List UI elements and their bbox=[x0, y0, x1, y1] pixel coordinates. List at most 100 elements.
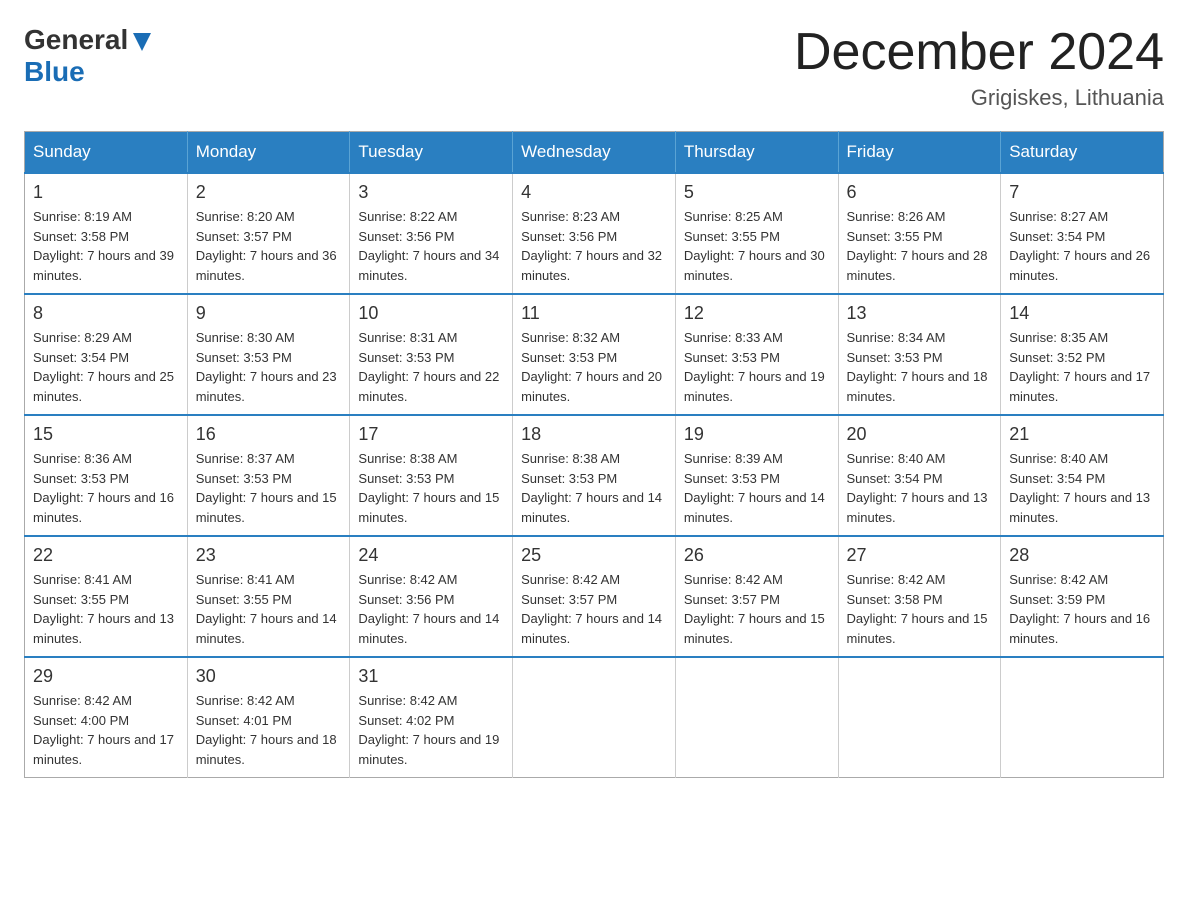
sunrise: Sunrise: 8:27 AM bbox=[1009, 209, 1108, 224]
calendar-week-1: 1 Sunrise: 8:19 AM Sunset: 3:58 PM Dayli… bbox=[25, 173, 1164, 294]
day-number: 5 bbox=[684, 182, 830, 203]
sunrise: Sunrise: 8:42 AM bbox=[684, 572, 783, 587]
sunset: Sunset: 3:53 PM bbox=[358, 350, 454, 365]
day-info: Sunrise: 8:38 AM Sunset: 3:53 PM Dayligh… bbox=[358, 449, 504, 527]
day-number: 25 bbox=[521, 545, 667, 566]
day-number: 18 bbox=[521, 424, 667, 445]
calendar-cell: 10 Sunrise: 8:31 AM Sunset: 3:53 PM Dayl… bbox=[350, 294, 513, 415]
daylight: Daylight: 7 hours and 13 minutes. bbox=[847, 490, 988, 525]
day-number: 22 bbox=[33, 545, 179, 566]
sunset: Sunset: 3:54 PM bbox=[1009, 229, 1105, 244]
calendar-cell bbox=[838, 657, 1001, 778]
sunrise: Sunrise: 8:38 AM bbox=[521, 451, 620, 466]
sunrise: Sunrise: 8:42 AM bbox=[847, 572, 946, 587]
logo-arrow-icon bbox=[131, 31, 153, 53]
sunset: Sunset: 3:56 PM bbox=[521, 229, 617, 244]
header-cell-wednesday: Wednesday bbox=[513, 132, 676, 174]
day-number: 6 bbox=[847, 182, 993, 203]
sunrise: Sunrise: 8:41 AM bbox=[196, 572, 295, 587]
calendar-cell: 24 Sunrise: 8:42 AM Sunset: 3:56 PM Dayl… bbox=[350, 536, 513, 657]
header-cell-sunday: Sunday bbox=[25, 132, 188, 174]
day-info: Sunrise: 8:30 AM Sunset: 3:53 PM Dayligh… bbox=[196, 328, 342, 406]
daylight: Daylight: 7 hours and 17 minutes. bbox=[1009, 369, 1150, 404]
day-info: Sunrise: 8:20 AM Sunset: 3:57 PM Dayligh… bbox=[196, 207, 342, 285]
day-info: Sunrise: 8:42 AM Sunset: 4:00 PM Dayligh… bbox=[33, 691, 179, 769]
logo-blue-text: Blue bbox=[24, 56, 85, 88]
day-info: Sunrise: 8:33 AM Sunset: 3:53 PM Dayligh… bbox=[684, 328, 830, 406]
day-info: Sunrise: 8:40 AM Sunset: 3:54 PM Dayligh… bbox=[847, 449, 993, 527]
day-number: 23 bbox=[196, 545, 342, 566]
logo-general-text: General bbox=[24, 24, 128, 56]
sunrise: Sunrise: 8:35 AM bbox=[1009, 330, 1108, 345]
day-info: Sunrise: 8:39 AM Sunset: 3:53 PM Dayligh… bbox=[684, 449, 830, 527]
day-info: Sunrise: 8:42 AM Sunset: 3:58 PM Dayligh… bbox=[847, 570, 993, 648]
calendar-cell: 31 Sunrise: 8:42 AM Sunset: 4:02 PM Dayl… bbox=[350, 657, 513, 778]
calendar-header: SundayMondayTuesdayWednesdayThursdayFrid… bbox=[25, 132, 1164, 174]
day-number: 16 bbox=[196, 424, 342, 445]
sunrise: Sunrise: 8:42 AM bbox=[358, 693, 457, 708]
calendar-cell: 14 Sunrise: 8:35 AM Sunset: 3:52 PM Dayl… bbox=[1001, 294, 1164, 415]
daylight: Daylight: 7 hours and 30 minutes. bbox=[684, 248, 825, 283]
daylight: Daylight: 7 hours and 14 minutes. bbox=[196, 611, 337, 646]
calendar-cell: 21 Sunrise: 8:40 AM Sunset: 3:54 PM Dayl… bbox=[1001, 415, 1164, 536]
day-number: 20 bbox=[847, 424, 993, 445]
sunrise: Sunrise: 8:22 AM bbox=[358, 209, 457, 224]
sunset: Sunset: 3:59 PM bbox=[1009, 592, 1105, 607]
calendar-table: SundayMondayTuesdayWednesdayThursdayFrid… bbox=[24, 131, 1164, 778]
day-number: 1 bbox=[33, 182, 179, 203]
day-number: 4 bbox=[521, 182, 667, 203]
sunset: Sunset: 3:53 PM bbox=[196, 350, 292, 365]
sunset: Sunset: 3:58 PM bbox=[847, 592, 943, 607]
daylight: Daylight: 7 hours and 20 minutes. bbox=[521, 369, 662, 404]
sunrise: Sunrise: 8:42 AM bbox=[1009, 572, 1108, 587]
calendar-cell: 6 Sunrise: 8:26 AM Sunset: 3:55 PM Dayli… bbox=[838, 173, 1001, 294]
sunset: Sunset: 4:02 PM bbox=[358, 713, 454, 728]
daylight: Daylight: 7 hours and 23 minutes. bbox=[196, 369, 337, 404]
calendar-cell bbox=[675, 657, 838, 778]
calendar-week-4: 22 Sunrise: 8:41 AM Sunset: 3:55 PM Dayl… bbox=[25, 536, 1164, 657]
day-info: Sunrise: 8:23 AM Sunset: 3:56 PM Dayligh… bbox=[521, 207, 667, 285]
day-number: 9 bbox=[196, 303, 342, 324]
calendar-cell: 17 Sunrise: 8:38 AM Sunset: 3:53 PM Dayl… bbox=[350, 415, 513, 536]
sunrise: Sunrise: 8:20 AM bbox=[196, 209, 295, 224]
sunrise: Sunrise: 8:29 AM bbox=[33, 330, 132, 345]
day-number: 31 bbox=[358, 666, 504, 687]
daylight: Daylight: 7 hours and 15 minutes. bbox=[196, 490, 337, 525]
calendar-cell: 20 Sunrise: 8:40 AM Sunset: 3:54 PM Dayl… bbox=[838, 415, 1001, 536]
day-info: Sunrise: 8:32 AM Sunset: 3:53 PM Dayligh… bbox=[521, 328, 667, 406]
sunset: Sunset: 3:53 PM bbox=[521, 471, 617, 486]
sunset: Sunset: 3:53 PM bbox=[33, 471, 129, 486]
day-number: 24 bbox=[358, 545, 504, 566]
calendar-cell: 11 Sunrise: 8:32 AM Sunset: 3:53 PM Dayl… bbox=[513, 294, 676, 415]
day-info: Sunrise: 8:42 AM Sunset: 3:57 PM Dayligh… bbox=[521, 570, 667, 648]
day-number: 17 bbox=[358, 424, 504, 445]
calendar-cell: 8 Sunrise: 8:29 AM Sunset: 3:54 PM Dayli… bbox=[25, 294, 188, 415]
sunset: Sunset: 3:53 PM bbox=[684, 350, 780, 365]
daylight: Daylight: 7 hours and 16 minutes. bbox=[33, 490, 174, 525]
calendar-cell: 25 Sunrise: 8:42 AM Sunset: 3:57 PM Dayl… bbox=[513, 536, 676, 657]
calendar-cell: 4 Sunrise: 8:23 AM Sunset: 3:56 PM Dayli… bbox=[513, 173, 676, 294]
day-info: Sunrise: 8:31 AM Sunset: 3:53 PM Dayligh… bbox=[358, 328, 504, 406]
day-number: 19 bbox=[684, 424, 830, 445]
daylight: Daylight: 7 hours and 16 minutes. bbox=[1009, 611, 1150, 646]
day-info: Sunrise: 8:27 AM Sunset: 3:54 PM Dayligh… bbox=[1009, 207, 1155, 285]
sunset: Sunset: 3:58 PM bbox=[33, 229, 129, 244]
page-header: General Blue December 2024 Grigiskes, Li… bbox=[24, 24, 1164, 111]
sunset: Sunset: 3:55 PM bbox=[196, 592, 292, 607]
sunset: Sunset: 3:53 PM bbox=[358, 471, 454, 486]
day-number: 13 bbox=[847, 303, 993, 324]
page-subtitle: Grigiskes, Lithuania bbox=[794, 85, 1164, 111]
day-info: Sunrise: 8:42 AM Sunset: 3:59 PM Dayligh… bbox=[1009, 570, 1155, 648]
day-number: 27 bbox=[847, 545, 993, 566]
calendar-cell: 5 Sunrise: 8:25 AM Sunset: 3:55 PM Dayli… bbox=[675, 173, 838, 294]
sunrise: Sunrise: 8:32 AM bbox=[521, 330, 620, 345]
sunrise: Sunrise: 8:42 AM bbox=[358, 572, 457, 587]
daylight: Daylight: 7 hours and 32 minutes. bbox=[521, 248, 662, 283]
header-cell-tuesday: Tuesday bbox=[350, 132, 513, 174]
day-number: 11 bbox=[521, 303, 667, 324]
title-section: December 2024 Grigiskes, Lithuania bbox=[794, 24, 1164, 111]
daylight: Daylight: 7 hours and 39 minutes. bbox=[33, 248, 174, 283]
sunrise: Sunrise: 8:42 AM bbox=[521, 572, 620, 587]
day-info: Sunrise: 8:41 AM Sunset: 3:55 PM Dayligh… bbox=[33, 570, 179, 648]
daylight: Daylight: 7 hours and 17 minutes. bbox=[33, 732, 174, 767]
